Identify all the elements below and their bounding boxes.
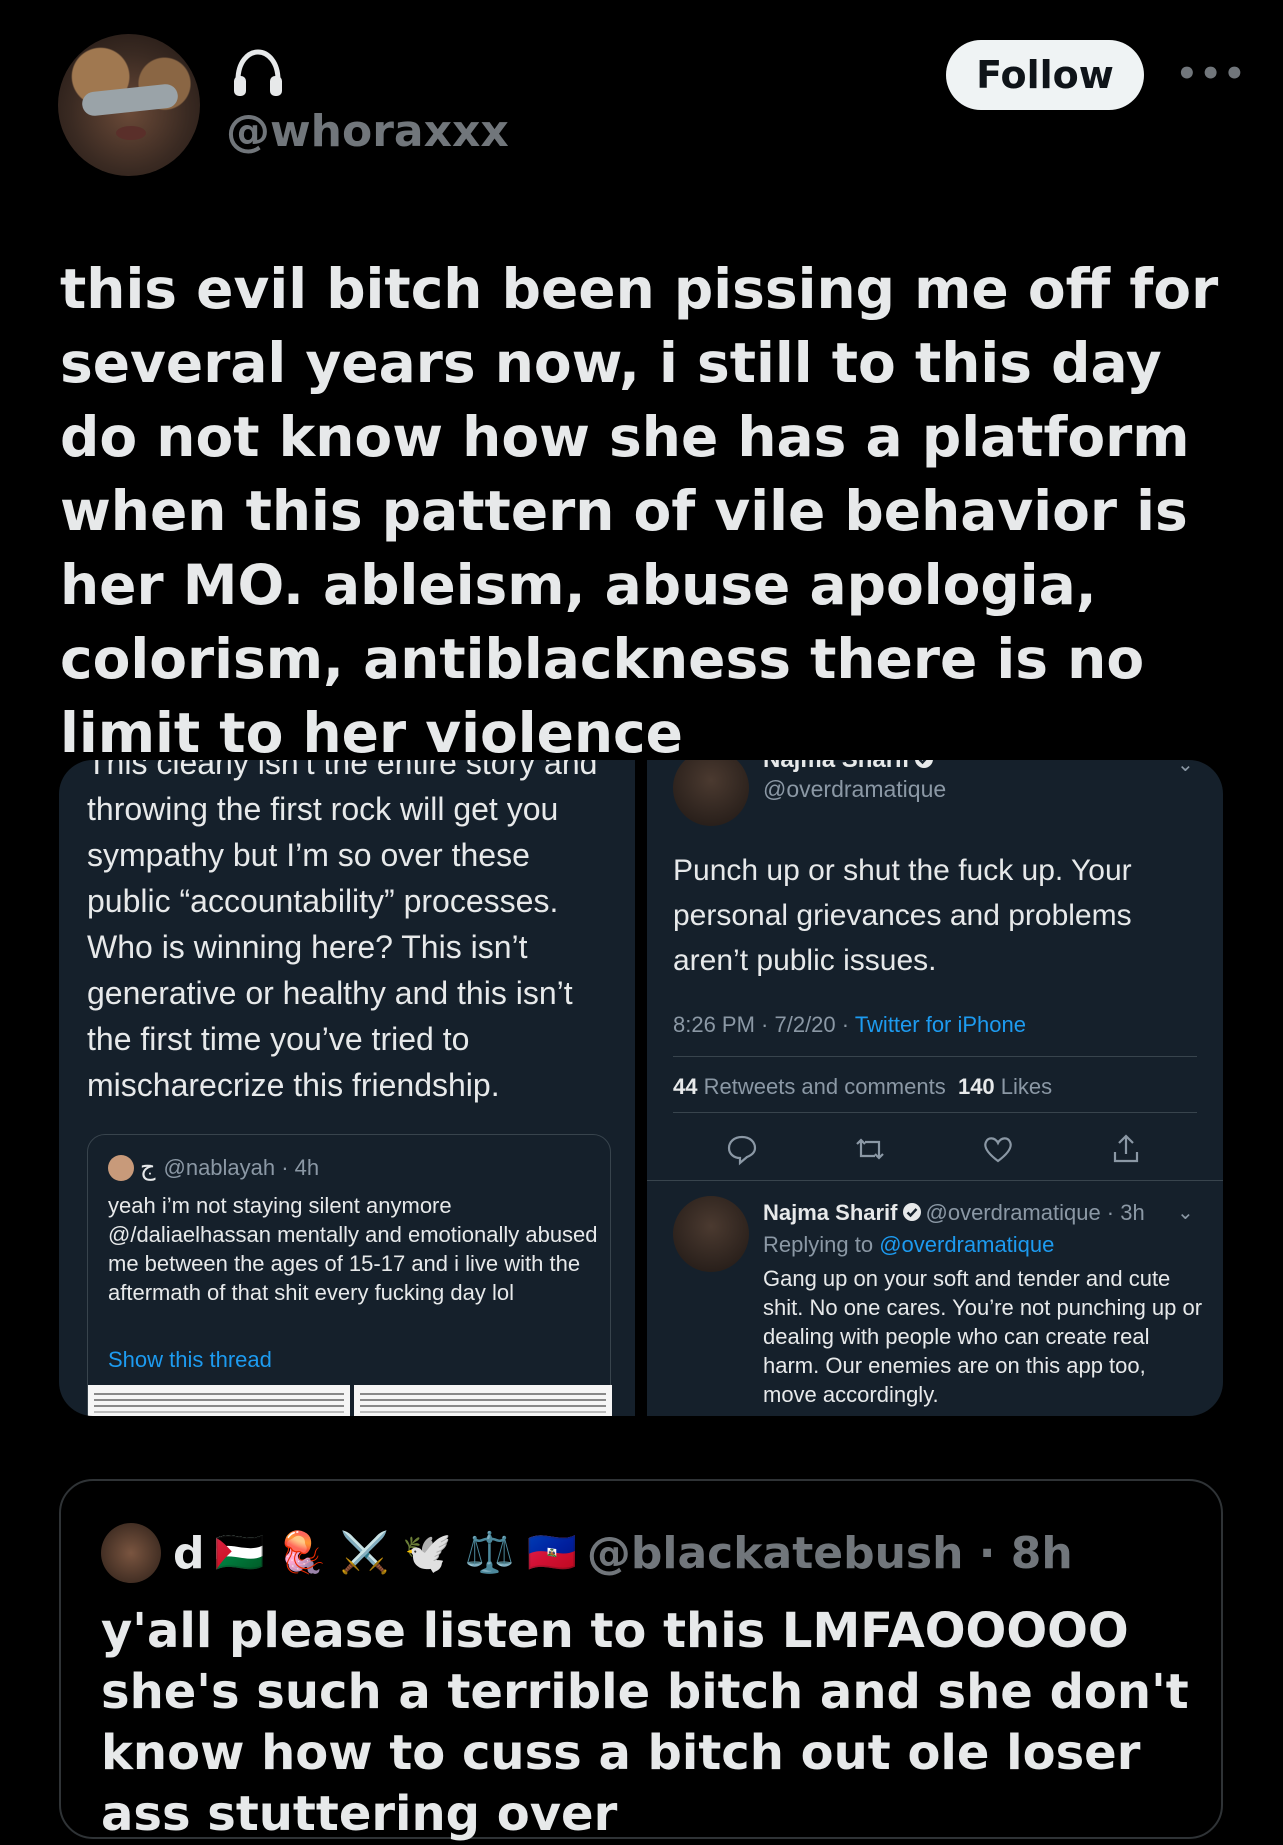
share-icon — [1113, 1134, 1139, 1163]
divider — [673, 1056, 1197, 1057]
quoted-author-handle-time: @blackatebush · 8h — [586, 1527, 1073, 1579]
reply-avatar — [673, 1196, 749, 1272]
like-icon — [984, 1137, 1012, 1163]
screenshot-timestamp: 8:26 PM · 7/2/20 · Twitter for iPhone — [673, 1012, 1026, 1037]
divider — [647, 1180, 1223, 1181]
quoted-image-1 — [88, 1385, 350, 1416]
chevron-down-icon: ⌄ — [1177, 760, 1194, 776]
tweet-media[interactable]: This clearly isn’t the entire story and … — [59, 760, 1223, 1416]
quoted-name: ج — [140, 1154, 156, 1181]
retweet-icon — [856, 1138, 884, 1160]
reply-body: Gang up on your soft and tender and cute… — [763, 1266, 1203, 1407]
quoted-avatar — [108, 1154, 134, 1181]
avatar-lips — [116, 126, 146, 140]
tweet-text: this evil bitch been pissing me off for … — [60, 257, 1219, 765]
headphones-icon — [234, 49, 282, 96]
quoted-author-emojis: 🇵🇸 🪼 ⚔️ 🕊️ ⚖️ 🇭🇹 — [214, 1530, 577, 1576]
screenshot-tweet-body: Punch up or shut the fuck up. Your perso… — [673, 854, 1132, 977]
follow-button[interactable]: Follow — [946, 40, 1144, 110]
screenshot-author-handle: @overdramatique — [763, 776, 947, 802]
author-handle[interactable]: @whoraxxx — [226, 106, 509, 157]
screenshot-action-bar — [673, 1132, 1197, 1168]
quoted-tweet-body: yeah i’m not staying silent anymore @/da… — [108, 1193, 598, 1305]
tweet-header: @whoraxxx Follow ••• — [0, 0, 1283, 200]
author-avatar[interactable] — [58, 34, 200, 176]
verified-badge-icon — [914, 760, 933, 768]
quoted-tweet-text: y'all please listen to this LMFAOOOOO sh… — [101, 1603, 1189, 1842]
screenshot-stats: 44 Retweets and comments 140 Likes — [673, 1074, 1053, 1099]
quoted-handle-time: @nablayah · 4h — [163, 1154, 320, 1180]
quoted-tweet-header: d 🇵🇸 🪼 ⚔️ 🕊️ ⚖️ 🇭🇹 @blackatebush · 8h — [101, 1521, 1073, 1585]
screenshot-author-name: Najma Sharif — [763, 760, 938, 774]
reply-header: Najma Sharif @overdramatique · 3h — [763, 1200, 1145, 1225]
screenshot-quoted-tweet: ج @nablayah · 4h yeah i’m not staying si… — [87, 1134, 612, 1416]
divider — [673, 1112, 1197, 1113]
replying-to: Replying to @overdramatique — [763, 1232, 1055, 1257]
quoted-images — [88, 1385, 612, 1416]
quoted-tweet-header: ج @nablayah · 4h — [108, 1153, 319, 1182]
show-thread-link: Show this thread — [108, 1347, 272, 1372]
quoted-author-name: d — [173, 1527, 205, 1579]
quoted-tweet-card[interactable]: d 🇵🇸 🪼 ⚔️ 🕊️ ⚖️ 🇭🇹 @blackatebush · 8h y'… — [59, 1479, 1223, 1842]
media-screenshot-right[interactable]: Najma Sharif @overdramatique ⌄ Punch up … — [647, 760, 1223, 1416]
chevron-down-icon: ⌄ — [1177, 1202, 1194, 1224]
verified-badge-icon — [902, 1203, 921, 1221]
screenshot-tweet-text: This clearly isn’t the entire story and … — [87, 760, 598, 1103]
quoted-author-avatar — [101, 1523, 161, 1583]
media-screenshot-left[interactable]: This clearly isn’t the entire story and … — [59, 760, 635, 1416]
quoted-image-2 — [354, 1385, 612, 1416]
more-horizontal-icon[interactable]: ••• — [1176, 56, 1245, 92]
screenshot-avatar — [673, 760, 749, 826]
reply-icon — [727, 1135, 757, 1166]
